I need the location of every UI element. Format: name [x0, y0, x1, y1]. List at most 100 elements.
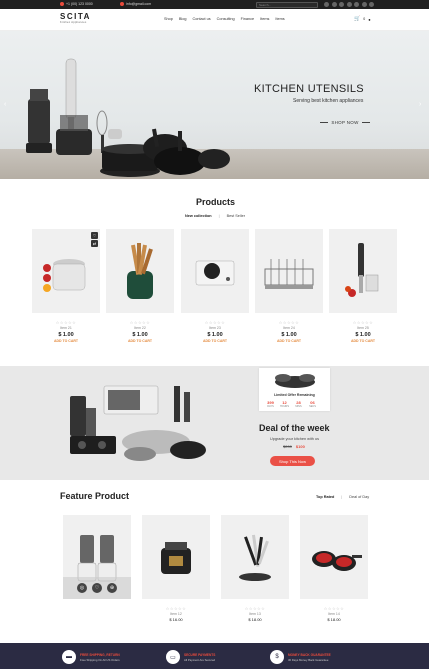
- product-card[interactable]: ☆☆☆☆☆ Item 22 $ 1.00 ADD TO CART: [106, 229, 174, 343]
- feature-title: MONEY BACK GUARANTEE: [288, 652, 331, 657]
- countdown-secs-label: SECS: [309, 405, 316, 408]
- feature-text: 30 Days Money Back Guarantee: [288, 657, 329, 662]
- countdown-days-label: DAYS: [267, 405, 274, 408]
- feature-card[interactable]: ☆☆☆☆☆ Item 12 $ 16.00: [142, 515, 210, 622]
- deal-subtitle: Upgrade your kitchen with us: [270, 437, 319, 441]
- instagram-icon[interactable]: [339, 2, 344, 7]
- pinterest-icon[interactable]: [346, 2, 352, 7]
- product-image-utensils[interactable]: [106, 229, 174, 313]
- site-header: SCITA Kitchen Appliances Shop Blog Conta…: [0, 9, 429, 31]
- knife-set-icon: [239, 534, 271, 581]
- product-card[interactable]: ♡ ⇄ ☆☆☆☆☆ Item 21 $ 1.00 ADD TO CART: [32, 229, 100, 343]
- top-bar: +1 (00) 123 0000 info@gmail.com Search..…: [0, 0, 429, 9]
- product-image-rice-cooker[interactable]: ♡ ⇄: [32, 229, 100, 313]
- logo[interactable]: SCITA Kitchen Appliances: [60, 13, 91, 25]
- product-rating: ☆☆☆☆☆: [278, 320, 300, 325]
- quick-view-icon[interactable]: ◎: [77, 583, 87, 593]
- facebook-icon[interactable]: [324, 2, 329, 7]
- nav-finance[interactable]: Finance: [241, 17, 255, 21]
- add-to-cart-button[interactable]: ADD TO CART: [106, 339, 174, 343]
- tab-new-collection[interactable]: New collection: [185, 214, 212, 218]
- product-price: $ 1.00: [281, 332, 297, 338]
- social-links: [324, 2, 374, 7]
- cart-area[interactable]: 🛒 0 ●: [354, 16, 371, 22]
- youtube-icon[interactable]: [354, 2, 359, 7]
- search-input[interactable]: Search...: [256, 1, 318, 8]
- money-back-feature: $ MONEY BACK GUARANTEE 30 Days Money Bac…: [270, 650, 331, 664]
- tab-best-seller[interactable]: Best Seller: [227, 214, 245, 218]
- product-card[interactable]: ☆☆☆☆☆ Item 24 $ 1.00 ADD TO CART: [255, 229, 323, 343]
- add-to-cart-button[interactable]: ADD TO CART: [255, 339, 323, 343]
- products-tabs: New collection | Best Seller: [185, 214, 245, 218]
- product-name[interactable]: Item 13: [221, 612, 289, 616]
- nav-contact[interactable]: Contact us: [192, 17, 210, 21]
- secure-payments-feature: ▭ SECURE PAYMENTS All Payment Are Secure…: [166, 650, 215, 664]
- feature-text: Free Shipping On All US Orders: [80, 657, 120, 662]
- product-card[interactable]: ☆☆☆☆☆ Item 25 $ 1.00 ADD TO CART: [329, 229, 397, 343]
- countdown-days: 399 DAYS: [266, 400, 275, 408]
- product-name[interactable]: Item 12: [142, 612, 210, 616]
- tab-top-rated[interactable]: Top Rated: [316, 495, 334, 499]
- feature-title: SECURE PAYMENTS: [184, 652, 216, 657]
- limited-offer-label: Limited Offer Remaining: [274, 393, 315, 397]
- cart-count: 0: [363, 17, 366, 21]
- product-image-hand-blender[interactable]: [329, 229, 397, 313]
- cart-icon[interactable]: 🛒: [354, 16, 360, 22]
- feature-title: FREE SHIPPING, RETURN: [80, 652, 120, 657]
- products-title: Products: [196, 197, 236, 207]
- deal-section: Limited Offer Remaining 399 DAYS 12 HOURS …: [0, 366, 429, 480]
- add-to-cart-button[interactable]: ADD TO CART: [181, 339, 249, 343]
- product-name[interactable]: Item 21: [32, 326, 100, 330]
- nav-consulting[interactable]: Consulting: [217, 17, 235, 21]
- countdown-mins: 28 MINS: [294, 400, 303, 408]
- nav-shop[interactable]: Shop: [164, 17, 173, 21]
- user-icon[interactable]: ●: [368, 17, 370, 22]
- feature-card[interactable]: ☆☆☆☆☆ Item 14 $ 18.00: [300, 515, 368, 622]
- logo-subtitle: Kitchen Appliances: [60, 21, 87, 24]
- wishlist-icon[interactable]: ♡: [91, 232, 98, 239]
- tab-deal-of-day[interactable]: Deal of Day: [349, 495, 369, 499]
- linkedin-icon[interactable]: [361, 2, 367, 7]
- product-price: $ 1.00: [355, 332, 371, 338]
- email-contact[interactable]: info@gmail.com: [120, 2, 151, 6]
- shop-now-button[interactable]: SHOP NOW: [316, 117, 374, 127]
- countdown-timer: 399 DAYS 12 HOURS 28 MINS 06 SECS: [266, 400, 317, 408]
- add-to-cart-button[interactable]: ADD TO CART: [329, 339, 397, 343]
- slider-next-icon[interactable]: ›: [419, 101, 421, 108]
- dish-rack-icon: [264, 259, 314, 289]
- feature-image-pressure-cooker[interactable]: [142, 515, 210, 599]
- product-card[interactable]: ☆☆☆☆☆ Item 23 $ 1.00 ADD TO CART: [181, 229, 249, 343]
- wishlist-icon[interactable]: ♡: [92, 583, 102, 593]
- cart-icon[interactable]: ⊕: [107, 583, 117, 593]
- product-name[interactable]: Item 22: [106, 326, 174, 330]
- slider-prev-icon[interactable]: ‹: [4, 101, 6, 108]
- shop-this-now-button[interactable]: Shop This Now: [270, 456, 315, 466]
- twitter-icon[interactable]: [331, 2, 337, 7]
- deal-product-image: [70, 385, 206, 461]
- deal-title: Deal of the week: [259, 423, 330, 433]
- feature-image-pans[interactable]: [300, 515, 368, 599]
- utensil-holder-icon: [127, 243, 153, 299]
- product-name[interactable]: Item 24: [255, 326, 323, 330]
- product-name[interactable]: Item 23: [181, 326, 249, 330]
- product-rating: ☆☆☆☆☆: [244, 606, 266, 611]
- hero-subtitle: Serving best kitchen appliances: [293, 98, 364, 104]
- compare-icon[interactable]: ⇄: [91, 240, 98, 247]
- feature-card[interactable]: ☆☆☆☆☆ Item 13 $ 18.00: [221, 515, 289, 622]
- product-image-dish-rack[interactable]: [255, 229, 323, 313]
- rss-icon[interactable]: [369, 2, 374, 7]
- feature-image-blenders[interactable]: ◎ ♡ ⊕: [63, 515, 131, 599]
- phone-contact[interactable]: +1 (00) 123 0000: [60, 2, 93, 6]
- deal-old-price: $200: [283, 444, 292, 449]
- product-name[interactable]: Item 14: [300, 612, 368, 616]
- nav-blog[interactable]: Blog: [179, 17, 187, 21]
- feature-image-knives[interactable]: [221, 515, 289, 599]
- phone-text: +1 (00) 123 0000: [66, 2, 93, 6]
- feature-card[interactable]: ◎ ♡ ⊕: [63, 515, 131, 599]
- add-to-cart-button[interactable]: ADD TO CART: [32, 339, 100, 343]
- product-name[interactable]: Item 25: [329, 326, 397, 330]
- nav-items-2[interactable]: Items: [275, 17, 284, 21]
- countdown-mins-label: MINS: [295, 405, 302, 408]
- nav-items[interactable]: Items: [260, 17, 269, 21]
- product-image-hot-plate[interactable]: [181, 229, 249, 313]
